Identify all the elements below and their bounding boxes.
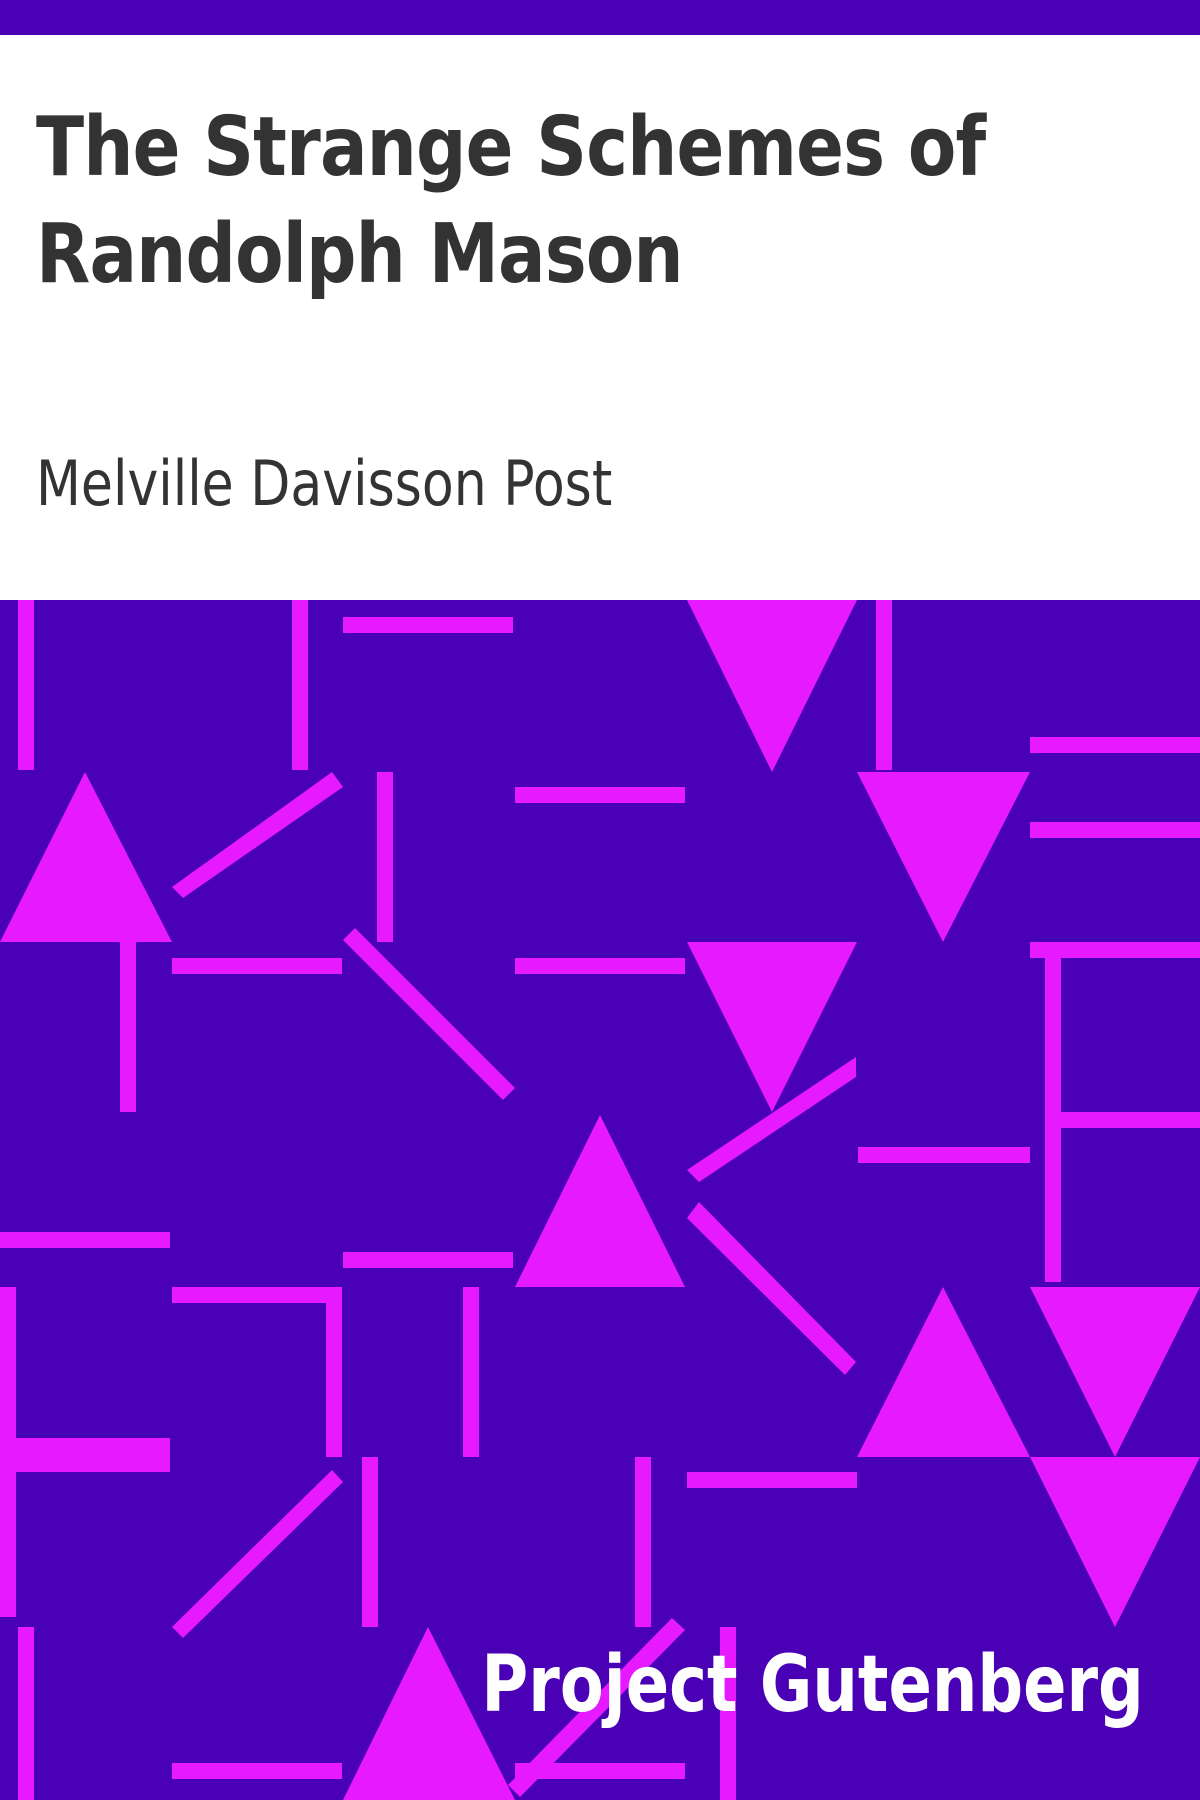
pattern-bar xyxy=(172,1763,342,1779)
pattern-bar xyxy=(362,1457,378,1627)
pattern-bar xyxy=(172,1287,342,1303)
top-color-bar xyxy=(0,0,1200,35)
publisher-name: Project Gutenberg xyxy=(481,1640,1144,1730)
pattern-bar xyxy=(343,617,513,633)
pattern-graphic xyxy=(0,600,1200,1800)
pattern-bar xyxy=(18,600,34,770)
pattern-bar xyxy=(1045,1112,1200,1128)
pattern-bar xyxy=(876,600,892,770)
pattern-bar xyxy=(1030,942,1200,958)
pattern-bar xyxy=(687,1472,857,1488)
book-title: The Strange Schemes of Randolph Mason xyxy=(36,100,986,302)
pattern-bar xyxy=(1030,737,1200,753)
pattern-bar xyxy=(292,600,308,770)
pattern-bar xyxy=(0,1438,170,1472)
pattern-bar xyxy=(635,1457,651,1627)
pattern-bar xyxy=(858,1147,1030,1163)
pattern-bar xyxy=(1030,822,1200,838)
pattern-bar xyxy=(0,1232,170,1248)
pattern-bar xyxy=(463,1287,479,1457)
pattern-bar xyxy=(172,958,342,974)
book-author: Melville Davisson Post xyxy=(36,447,613,520)
pattern-bar xyxy=(326,1287,342,1457)
geometric-pattern xyxy=(0,600,1200,1800)
pattern-bar xyxy=(515,787,685,803)
pattern-bar xyxy=(18,1627,34,1800)
book-cover: The Strange Schemes of Randolph Mason Me… xyxy=(0,0,1200,1800)
pattern-bar xyxy=(120,942,136,1112)
title-area: The Strange Schemes of Randolph Mason Me… xyxy=(0,35,1200,600)
pattern-bar xyxy=(515,958,685,974)
pattern-bar xyxy=(377,772,393,942)
pattern-bar xyxy=(343,1252,513,1268)
